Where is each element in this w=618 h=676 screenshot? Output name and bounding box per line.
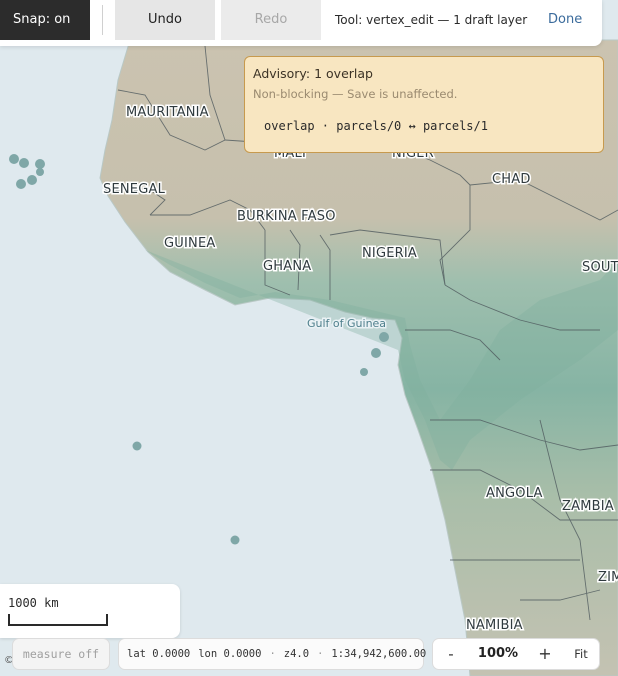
- advisory-panel: Advisory: 1 overlap Non-blocking — Save …: [244, 56, 604, 153]
- advisory-overlap-item[interactable]: overlap · parcels/0 ↔ parcels/1: [264, 119, 488, 133]
- scale-readout: 1:34,942,600.00: [331, 648, 427, 660]
- scale-bar: [8, 614, 108, 626]
- readout-separator: ·: [317, 648, 324, 660]
- zoom-readout: z4.0: [283, 648, 310, 660]
- label-namibia: NAMIBIA: [466, 618, 523, 633]
- zoom-level: 100%: [477, 646, 519, 661]
- longitude-readout: lon 0.0000: [198, 648, 262, 660]
- label-burkina-faso: BURKINA FASO: [237, 209, 336, 224]
- fit-button[interactable]: Fit: [569, 639, 593, 669]
- coordinate-readout: lat 0.0000 lon 0.0000 · z4.0 · 1:34,942,600.0…: [118, 638, 427, 670]
- advisory-title: Advisory: 1 overlap: [253, 66, 373, 81]
- advisory-subtitle: Non-blocking — Save is unaffected.: [253, 87, 458, 101]
- label-gulf-of-guinea: Gulf of Guinea: [307, 317, 386, 330]
- zoom-controls: - 100% + Fit: [432, 638, 600, 670]
- label-nigeria: NIGERIA: [362, 246, 417, 261]
- label-ghana: GHANA: [263, 259, 311, 274]
- label-zimbabwe: ZIM: [598, 570, 618, 585]
- label-senegal: SENEGAL: [103, 182, 166, 197]
- readout-separator: ·: [269, 648, 276, 660]
- latitude-readout: lat 0.0000: [127, 648, 191, 660]
- toolbar-divider: [102, 5, 103, 35]
- label-mauritania: MAURITANIA: [126, 105, 209, 120]
- snap-toggle[interactable]: Snap: on: [0, 0, 90, 40]
- redo-button[interactable]: Redo: [221, 0, 321, 40]
- measure-toggle[interactable]: measure off: [12, 638, 110, 670]
- scale-label: 1000 km: [8, 596, 59, 610]
- zoom-in-button[interactable]: +: [535, 639, 555, 669]
- label-south: SOUT: [582, 260, 618, 275]
- zoom-out-button[interactable]: -: [443, 639, 459, 669]
- editor-toolbar: Snap: on Undo Redo Tool: vertex_edit — 1…: [0, 0, 602, 46]
- label-guinea: GUINEA: [164, 236, 215, 251]
- tool-status: Tool: vertex_edit — 1 draft layer: [335, 13, 528, 27]
- label-chad: CHAD: [492, 172, 531, 187]
- label-angola: ANGOLA: [486, 486, 543, 501]
- undo-button[interactable]: Undo: [115, 0, 215, 40]
- scale-panel: 1000 km: [0, 584, 180, 638]
- label-zambia: ZAMBIA: [562, 499, 614, 514]
- done-button[interactable]: Done: [548, 0, 582, 40]
